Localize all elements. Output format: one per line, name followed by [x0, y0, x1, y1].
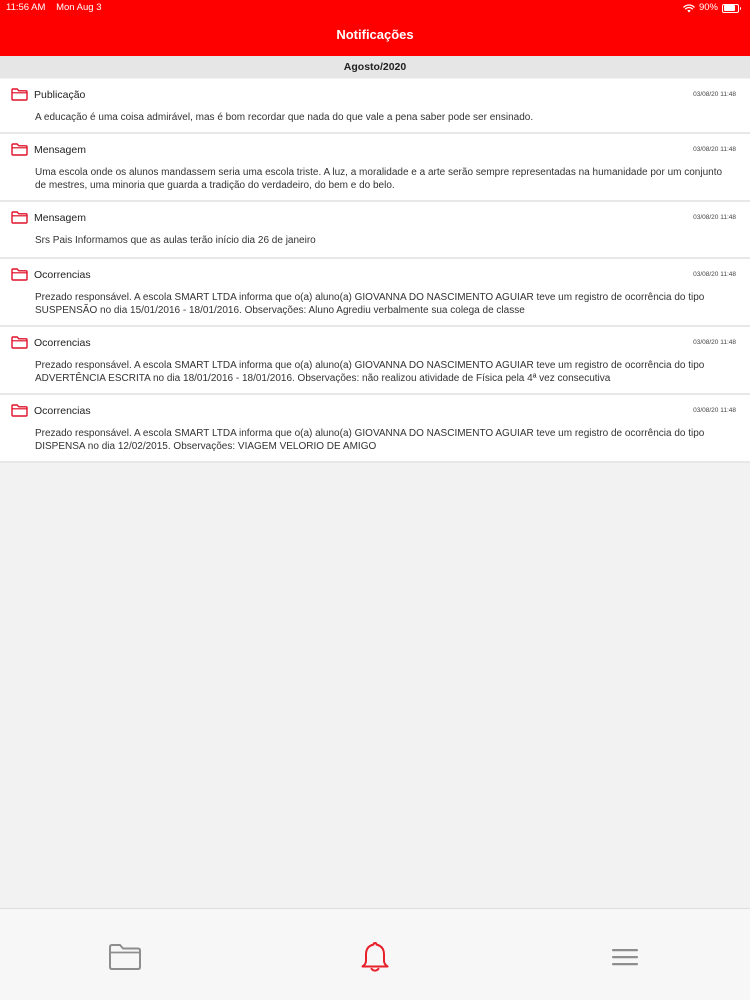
- notification-title: Mensagem: [34, 144, 86, 156]
- folder-icon: [11, 268, 28, 281]
- notification-item[interactable]: Ocorrencias 03/08/20 11:48 Prezado respo…: [0, 395, 750, 463]
- notification-time: 03/08/20 11:48: [693, 339, 736, 346]
- folder-icon: [11, 143, 28, 156]
- notification-title: Ocorrencias: [34, 405, 91, 417]
- notification-time: 03/08/20 11:48: [693, 146, 736, 153]
- tab-menu[interactable]: [605, 941, 645, 973]
- app-header: 11:56 AM Mon Aug 3 90% Notificações: [0, 0, 750, 56]
- folder-icon: [11, 88, 28, 101]
- notification-time: 03/08/20 11:48: [693, 214, 736, 221]
- notification-title: Ocorrencias: [34, 337, 91, 349]
- notification-body: A educação é uma coisa admirável, mas é …: [35, 112, 534, 123]
- status-bar: 11:56 AM Mon Aug 3 90%: [0, 0, 750, 16]
- notification-title: Mensagem: [34, 212, 86, 224]
- notification-list: Publicação 03/08/20 11:48 A educação é u…: [0, 79, 750, 463]
- status-time: 11:56 AM: [6, 2, 46, 13]
- notification-title: Ocorrencias: [34, 269, 91, 281]
- folder-icon: [11, 336, 28, 349]
- battery-fill: [723, 5, 736, 11]
- tab-bar: [0, 908, 750, 1000]
- status-date: Mon Aug 3: [56, 2, 102, 13]
- folder-icon: [11, 211, 28, 224]
- battery-icon: [722, 3, 742, 13]
- page-title: Notificações: [336, 27, 414, 42]
- folder-icon: [109, 944, 141, 970]
- notification-body: Uma escola onde os alunos mandassem seri…: [35, 167, 723, 191]
- tab-notifications[interactable]: [355, 941, 395, 973]
- notification-item[interactable]: Mensagem 03/08/20 11:48 Uma escola onde …: [0, 134, 750, 202]
- notification-item[interactable]: Ocorrencias 03/08/20 11:48 Prezado respo…: [0, 327, 750, 395]
- notification-time: 03/08/20 11:48: [693, 271, 736, 278]
- wifi-icon: [683, 3, 695, 12]
- tab-folders[interactable]: [105, 941, 145, 973]
- notification-time: 03/08/20 11:48: [693, 407, 736, 414]
- notification-body: Prezado responsável. A escola SMART LTDA…: [35, 360, 705, 384]
- month-section-header: Agosto/2020: [0, 56, 750, 78]
- notification-item[interactable]: Publicação 03/08/20 11:48 A educação é u…: [0, 79, 750, 134]
- battery-percent: 90%: [698, 2, 718, 13]
- notification-body: Prezado responsável. A escola SMART LTDA…: [35, 428, 705, 452]
- notification-item[interactable]: Ocorrencias 03/08/20 11:48 Prezado respo…: [0, 259, 750, 327]
- notification-body: Prezado responsável. A escola SMART LTDA…: [35, 292, 705, 316]
- folder-icon: [11, 404, 28, 417]
- notification-body: Srs Pais Informamos que as aulas terão i…: [35, 235, 316, 246]
- notification-title: Publicação: [34, 89, 86, 101]
- menu-icon: [612, 949, 638, 966]
- bell-icon: [361, 942, 389, 972]
- notification-time: 03/08/20 11:48: [693, 91, 736, 98]
- notification-item[interactable]: Mensagem 03/08/20 11:48 Srs Pais Informa…: [0, 202, 750, 259]
